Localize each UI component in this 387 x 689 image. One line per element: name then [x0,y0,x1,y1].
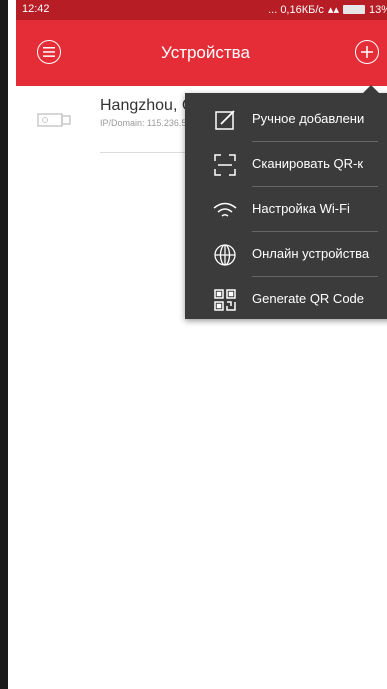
status-time: 12:42 [22,3,50,15]
wifi-icon [212,197,238,223]
menu-item-generate-qr[interactable]: Generate QR Code [185,277,387,322]
menu-item-label: Generate QR Code [252,291,365,306]
popup-arrow [363,85,379,93]
app-bar: Устройства [16,20,387,86]
menu-item-label: Онлайн устройства [252,246,370,261]
plus-icon[interactable] [355,40,379,64]
menu-item-scan-qr[interactable]: Сканировать QR-к [185,142,387,187]
menu-item-label: Настройка Wi-Fi [252,201,350,216]
qr-scan-icon [212,152,238,178]
camera-device-icon [37,113,71,127]
status-bar: 12:42 ... 0,16КБ/с ▴▴ 13% [16,0,387,20]
page-title: Устройства [161,43,250,62]
app-frame: 12:42 ... 0,16КБ/с ▴▴ 13% Устройства [0,0,387,689]
pencil-icon [212,107,238,133]
add-device-popup-menu: Ручное добавлени Сканировать QR-к Настро… [185,85,387,322]
menu-item-label: Сканировать QR-к [252,156,364,171]
menu-item-label: Ручное добавлени [252,111,365,126]
menu-item-online-devices[interactable]: Онлайн устройства [185,232,387,277]
globe-icon [212,242,238,268]
plus-glyph [361,46,373,58]
battery-percent: 13% [368,3,387,16]
menu-item-manual-add[interactable]: Ручное добавлени [185,97,387,142]
status-indicators: ... 0,16КБ/с ▴▴ 13% [268,3,387,17]
signal-icon: ▴▴ [327,4,339,16]
qr-code-icon [212,287,238,313]
battery-icon [342,5,365,14]
network-speed: ... 0,16КБ/с [268,3,324,16]
menu-item-wifi-setup[interactable]: Настройка Wi-Fi [185,187,387,232]
